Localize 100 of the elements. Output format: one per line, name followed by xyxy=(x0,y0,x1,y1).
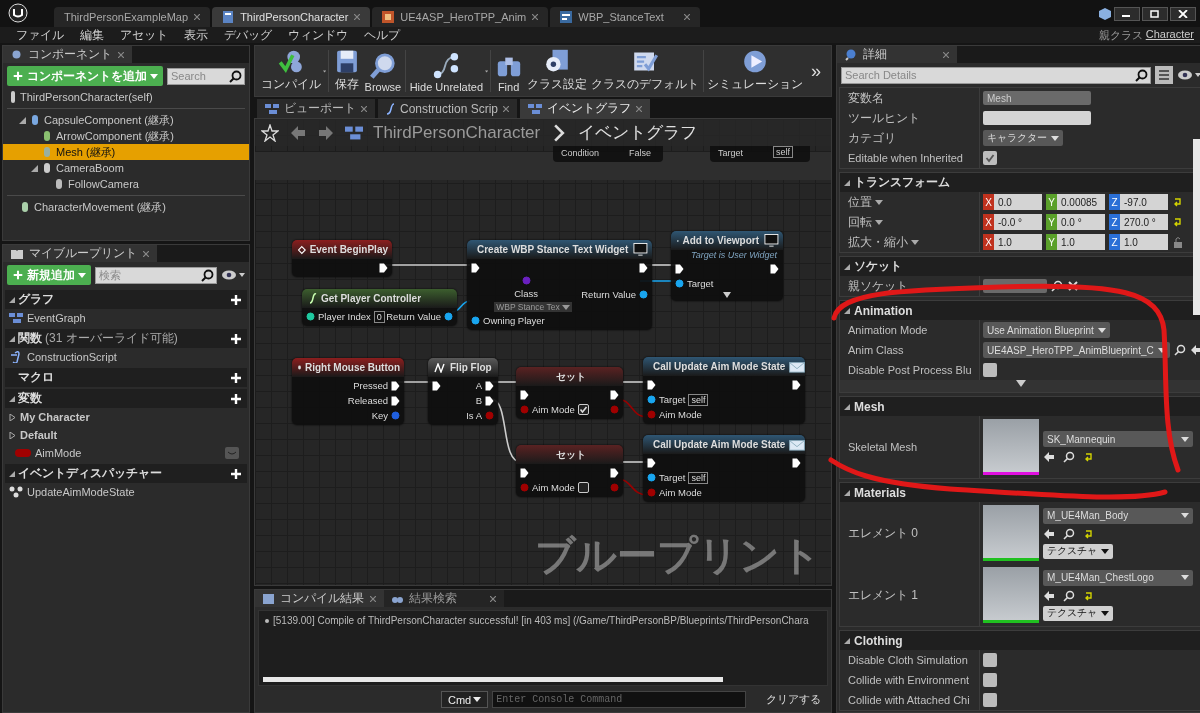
exec-pin-icon[interactable] xyxy=(792,457,801,468)
blueprint-node[interactable]: Add to Viewport Target is User Widget Target xyxy=(671,231,783,301)
exec-pin-icon[interactable] xyxy=(647,379,656,390)
pin-value-field[interactable]: self xyxy=(688,471,709,484)
blueprint-node[interactable]: Call Update Aim Mode State Target self Aim Mode xyxy=(643,357,805,424)
number-field[interactable]: 0.0 xyxy=(994,194,1042,210)
panel-tab[interactable]: 結果検索 xyxy=(384,590,504,607)
close-icon[interactable] xyxy=(370,595,376,602)
caret-icon[interactable] xyxy=(875,199,883,205)
editor-tab[interactable]: イベントグラフ xyxy=(520,99,651,118)
menu-item[interactable]: ヘルプ xyxy=(356,26,408,44)
blueprint-node[interactable]: セット Aim Mode xyxy=(516,367,623,419)
panel-tab[interactable]: コンポーネント xyxy=(3,46,132,63)
parent-class-link[interactable]: Character xyxy=(1145,27,1194,43)
close-icon[interactable] xyxy=(636,105,643,112)
expander-arrow-icon[interactable] xyxy=(9,431,16,439)
caret-icon[interactable] xyxy=(875,219,883,225)
search-icon[interactable] xyxy=(229,69,242,83)
checkbox[interactable] xyxy=(983,693,997,707)
caret-icon[interactable] xyxy=(1101,610,1109,616)
dropdown[interactable]: UE4ASP_HeroTPP_AnimBlueprint_C xyxy=(983,342,1170,358)
component-item[interactable]: CameraBoom xyxy=(3,160,249,176)
toolbar-button[interactable]: 保存 xyxy=(330,46,363,96)
scrollbar[interactable] xyxy=(263,677,723,682)
texture-dropdown[interactable]: テクスチャ xyxy=(1043,605,1113,621)
data-pin-icon[interactable] xyxy=(444,312,453,321)
component-item[interactable]: ArrowComponent (継承) xyxy=(3,128,249,144)
plus-icon[interactable] xyxy=(229,331,243,346)
editor-tab[interactable]: ビューポート xyxy=(257,99,375,118)
asset-dropdown[interactable]: SK_Mannequin xyxy=(1043,431,1193,447)
left-arrow-icon[interactable] xyxy=(1043,451,1055,463)
document-tab[interactable]: ThirdPersonCharacter xyxy=(212,7,371,27)
exec-pin-icon[interactable] xyxy=(391,380,400,391)
exec-pin-icon[interactable] xyxy=(610,467,619,478)
left-arrow-icon[interactable] xyxy=(1043,527,1055,540)
menu-item[interactable]: ファイル xyxy=(8,26,72,44)
toolbar-button[interactable]: Find xyxy=(492,46,525,96)
breadcrumb-item[interactable]: イベントグラフ xyxy=(578,121,698,144)
toolbar-button[interactable]: シミュレーション xyxy=(704,46,805,96)
expander-arrow-icon[interactable] xyxy=(844,637,850,644)
dropdown[interactable]: キャラクター xyxy=(983,130,1063,146)
menu-item[interactable]: 編集 xyxy=(72,26,112,44)
expander-arrow-icon[interactable] xyxy=(9,335,15,342)
exec-pin-icon[interactable] xyxy=(639,262,648,273)
pin-value-field[interactable]: self xyxy=(773,146,794,158)
texture-dropdown[interactable]: テクスチャ xyxy=(1043,543,1113,559)
exec-pin-icon[interactable] xyxy=(770,263,779,274)
blueprint-node[interactable]: Create WBP Stance Text Widget Class WBP Stance Tex Return Value Owning Player xyxy=(467,240,652,330)
more-button[interactable]: » xyxy=(805,46,827,96)
panel-tab[interactable]: 詳細 xyxy=(837,46,957,63)
reset-arrow-icon[interactable] xyxy=(1083,527,1095,540)
exec-pin-icon[interactable] xyxy=(432,380,441,391)
panel-tab[interactable]: コンパイル結果 xyxy=(255,590,384,607)
plus-icon[interactable] xyxy=(229,292,243,307)
expander-arrow-icon[interactable] xyxy=(844,263,850,270)
advanced-arrow-icon[interactable] xyxy=(1015,380,1026,387)
exec-pin-icon[interactable] xyxy=(520,389,529,400)
console-input[interactable]: Enter Console Command xyxy=(492,691,746,708)
exec-pin-icon[interactable] xyxy=(520,467,529,478)
reset-arrow-icon[interactable] xyxy=(1083,589,1095,602)
data-pin-icon[interactable] xyxy=(306,312,315,321)
checkbox[interactable] xyxy=(983,673,997,687)
component-item[interactable]: CapsuleComponent (継承) xyxy=(3,112,249,128)
search-icon[interactable] xyxy=(1063,527,1075,540)
plus-icon[interactable] xyxy=(229,391,243,406)
expander-arrow-icon[interactable] xyxy=(31,164,38,172)
document-tab[interactable]: ThirdPersonExampleMap xyxy=(54,7,211,27)
number-field[interactable]: 1.0 xyxy=(1057,234,1105,250)
checkbox[interactable] xyxy=(983,653,997,667)
reset-arrow-icon[interactable] xyxy=(1083,451,1095,463)
reset-arrow-icon[interactable] xyxy=(1172,216,1184,228)
number-field[interactable]: 1.0 xyxy=(1120,234,1168,250)
blueprint-node[interactable]: Get Player Controller Player Index 0 Return Value xyxy=(302,289,457,326)
grid-view-icon[interactable] xyxy=(1154,66,1173,84)
plus-icon[interactable] xyxy=(229,466,243,481)
expander-arrow-icon[interactable] xyxy=(844,403,850,410)
checkbox[interactable] xyxy=(983,151,997,165)
left-arrow-icon[interactable] xyxy=(1189,344,1200,356)
expander-arrow-icon[interactable] xyxy=(844,307,850,314)
menu-item[interactable]: デバッグ xyxy=(216,26,280,44)
star-icon[interactable] xyxy=(261,123,279,142)
search-field[interactable]: 検索 xyxy=(95,266,217,284)
expander-arrow-icon[interactable] xyxy=(9,413,16,421)
close-icon[interactable] xyxy=(503,105,510,112)
expander-arrow-icon[interactable] xyxy=(9,296,15,303)
padlock-icon[interactable] xyxy=(1172,236,1184,248)
exec-pin-icon[interactable] xyxy=(792,379,801,390)
checkbox[interactable] xyxy=(577,482,589,493)
toolbar-button[interactable]: クラスのデフォルト xyxy=(588,46,701,96)
search-icon[interactable] xyxy=(1051,280,1063,292)
expander-arrow-icon[interactable] xyxy=(9,470,15,477)
forward-arrow-icon[interactable] xyxy=(317,123,335,142)
graph-node[interactable]: Target self xyxy=(710,146,810,162)
search-icon[interactable] xyxy=(201,268,214,282)
expander-arrow-icon[interactable] xyxy=(9,395,15,402)
data-pin-icon[interactable] xyxy=(647,473,656,482)
cube-icon[interactable] xyxy=(1098,6,1112,21)
component-item[interactable]: FollowCamera xyxy=(3,176,249,192)
number-field[interactable]: 1.0 xyxy=(994,234,1042,250)
breadcrumb-item[interactable]: ThirdPersonCharacter xyxy=(373,122,541,143)
